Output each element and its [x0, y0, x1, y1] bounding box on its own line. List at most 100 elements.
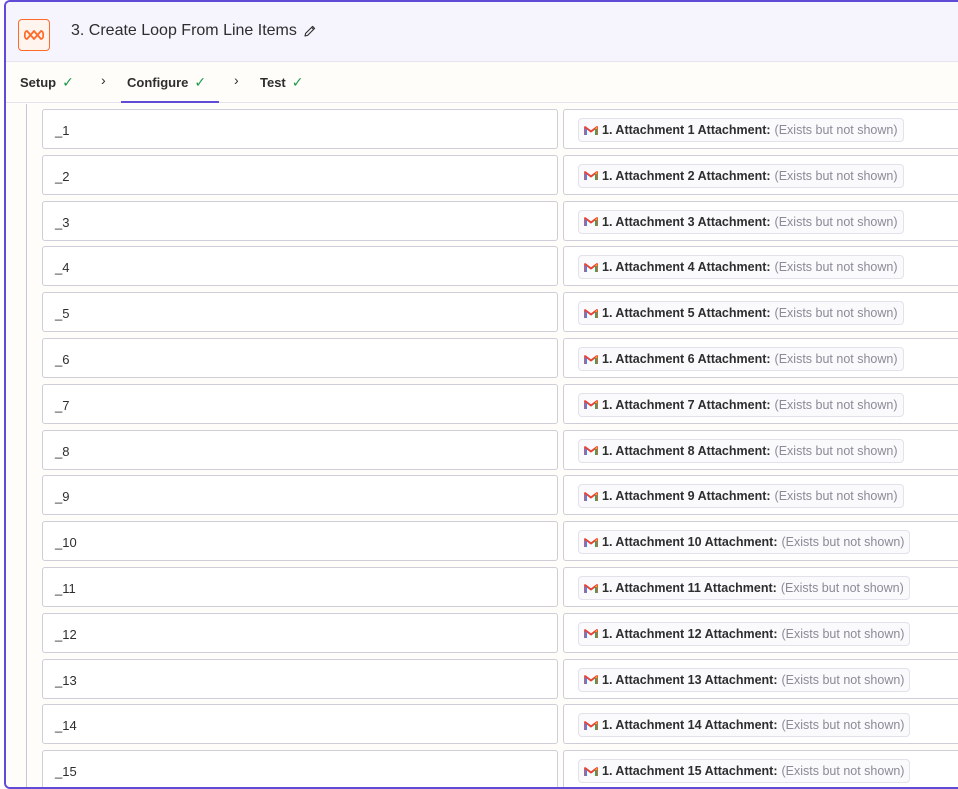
mapped-field-pill[interactable]: 1. Attachment 5 Attachment: (Exists but … [578, 301, 904, 326]
mapped-field-pill[interactable]: 1. Attachment 7 Attachment: (Exists but … [578, 392, 904, 417]
gmail-icon [584, 674, 598, 685]
mapped-field-label: 1. Attachment 4 Attachment: [602, 260, 771, 275]
chevron-right-icon: › [101, 72, 106, 88]
field-row: _3 1. Attachment 3 Attachment: (Exists b… [6, 200, 958, 241]
field-key-input[interactable]: _7 [42, 383, 558, 424]
mapped-field-value: (Exists but not shown) [781, 535, 905, 550]
mapped-field-pill[interactable]: 1. Attachment 11 Attachment: (Exists but… [578, 576, 910, 600]
field-key-input[interactable]: _3 [42, 200, 558, 241]
field-value-input[interactable]: 1. Attachment 13 Attachment: (Exists but… [563, 658, 958, 699]
field-value-input[interactable]: 1. Attachment 3 Attachment: (Exists but … [563, 200, 958, 241]
field-key-input[interactable]: _14 [42, 704, 558, 745]
field-key-input[interactable]: _12 [42, 612, 558, 653]
mapped-field-label: 1. Attachment 11 Attachment: [602, 581, 777, 595]
field-value-input[interactable]: 1. Attachment 10 Attachment: (Exists but… [563, 521, 958, 562]
field-row: _10 1. Attachment 10 Attachment: (Exists… [6, 521, 958, 562]
field-key-input[interactable]: _10 [42, 521, 558, 562]
mapped-field-value: (Exists but not shown) [781, 764, 905, 779]
mapped-field-pill[interactable]: 1. Attachment 12 Attachment: (Exists but… [578, 621, 911, 646]
field-value-input[interactable]: 1. Attachment 12 Attachment: (Exists but… [563, 612, 958, 653]
field-row: _2 1. Attachment 2 Attachment: (Exists b… [6, 154, 958, 195]
check-icon: ✓ [62, 74, 74, 90]
mapped-field-value: (Exists but not shown) [774, 214, 898, 229]
field-key-input[interactable]: _1 [42, 109, 558, 149]
field-key-text: _6 [55, 352, 70, 367]
mapped-field-value: (Exists but not shown) [774, 352, 898, 366]
field-key-text: _10 [55, 535, 77, 551]
tab-test[interactable]: Test ✓ [260, 74, 304, 91]
step-title[interactable]: 3. Create Loop From Line Items [71, 22, 317, 40]
mapped-field-pill[interactable]: 1. Attachment 3 Attachment: (Exists but … [578, 209, 904, 234]
field-value-input[interactable]: 1. Attachment 9 Attachment: (Exists but … [563, 475, 958, 516]
gmail-icon [584, 262, 598, 273]
field-key-input[interactable]: _8 [42, 429, 558, 470]
field-value-input[interactable]: 1. Attachment 14 Attachment: (Exists but… [563, 704, 958, 745]
field-row: _13 1. Attachment 13 Attachment: (Exists… [6, 658, 958, 699]
mapped-field-pill[interactable]: 1. Attachment 1 Attachment: (Exists but … [578, 118, 904, 142]
field-key-input[interactable]: _5 [42, 292, 558, 333]
field-key-input[interactable]: _11 [42, 567, 558, 607]
step-title-text: 3. Create Loop From Line Items [71, 22, 297, 39]
field-row: _1 1. Attachment 1 Attachment: (Exists b… [6, 109, 958, 149]
mapped-field-label: 1. Attachment 14 Attachment: [602, 718, 778, 733]
mapped-field-value: (Exists but not shown) [774, 306, 898, 321]
field-key-input[interactable]: _9 [42, 475, 558, 516]
field-key-input[interactable]: _4 [42, 246, 558, 287]
field-value-input[interactable]: 1. Attachment 2 Attachment: (Exists but … [563, 154, 958, 195]
mapped-field-value: (Exists but not shown) [774, 397, 898, 412]
field-value-input[interactable]: 1. Attachment 8 Attachment: (Exists but … [563, 429, 958, 470]
tab-setup[interactable]: Setup ✓ [20, 74, 74, 91]
field-value-input[interactable]: 1. Attachment 7 Attachment: (Exists but … [563, 383, 958, 424]
field-key-input[interactable]: _2 [42, 154, 558, 195]
field-row: _7 1. Attachment 7 Attachment: (Exists b… [6, 383, 958, 424]
field-value-input[interactable]: 1. Attachment 4 Attachment: (Exists but … [563, 246, 958, 287]
mapped-field-value: (Exists but not shown) [781, 626, 905, 641]
mapped-field-value: (Exists but not shown) [781, 672, 905, 687]
field-key-input[interactable]: _13 [42, 658, 558, 699]
mapped-field-label: 1. Attachment 1 Attachment: [602, 123, 771, 137]
mapped-field-value: (Exists but not shown) [774, 260, 898, 275]
mapped-field-label: 1. Attachment 12 Attachment: [602, 626, 778, 641]
tab-configure-label: Configure [127, 75, 189, 90]
mapped-field-label: 1. Attachment 6 Attachment: [602, 352, 771, 366]
mapped-field-label: 1. Attachment 9 Attachment: [602, 489, 771, 504]
field-row: _9 1. Attachment 9 Attachment: (Exists b… [6, 475, 958, 516]
field-key-text: _12 [55, 626, 77, 642]
mapped-field-label: 1. Attachment 5 Attachment: [602, 306, 771, 321]
mapped-field-label: 1. Attachment 2 Attachment: [602, 168, 771, 183]
field-value-input[interactable]: 1. Attachment 15 Attachment: (Exists but… [563, 750, 958, 787]
gmail-icon [584, 125, 598, 136]
mapped-field-pill[interactable]: 1. Attachment 15 Attachment: (Exists but… [578, 759, 911, 784]
mapped-field-label: 1. Attachment 7 Attachment: [602, 397, 771, 412]
field-value-input[interactable]: 1. Attachment 6 Attachment: (Exists but … [563, 338, 958, 378]
field-row: _14 1. Attachment 14 Attachment: (Exists… [6, 704, 958, 745]
mapped-field-pill[interactable]: 1. Attachment 6 Attachment: (Exists but … [578, 347, 904, 371]
mapped-field-pill[interactable]: 1. Attachment 9 Attachment: (Exists but … [578, 484, 904, 509]
field-key-text: _4 [55, 260, 70, 276]
field-key-text: _13 [55, 672, 77, 688]
mapped-field-pill[interactable]: 1. Attachment 4 Attachment: (Exists but … [578, 255, 904, 280]
gmail-icon [584, 399, 598, 410]
field-value-input[interactable]: 1. Attachment 5 Attachment: (Exists but … [563, 292, 958, 333]
field-key-text: _9 [55, 489, 70, 505]
mapped-field-value: (Exists but not shown) [774, 489, 898, 504]
mapped-field-pill[interactable]: 1. Attachment 8 Attachment: (Exists but … [578, 438, 904, 463]
step-header: 3. Create Loop From Line Items [6, 2, 958, 62]
gmail-icon [584, 170, 598, 181]
tab-configure[interactable]: Configure ✓ [127, 74, 206, 91]
field-key-input[interactable]: _6 [42, 338, 558, 378]
field-key-input[interactable]: _15 [42, 750, 558, 787]
gmail-icon [584, 766, 598, 777]
mapped-field-pill[interactable]: 1. Attachment 14 Attachment: (Exists but… [578, 713, 911, 738]
mapped-field-label: 1. Attachment 13 Attachment: [602, 672, 778, 687]
loop-icon [18, 19, 50, 51]
field-value-input[interactable]: 1. Attachment 1 Attachment: (Exists but … [563, 109, 958, 149]
mapped-field-pill[interactable]: 1. Attachment 2 Attachment: (Exists but … [578, 163, 904, 188]
step-editor-panel: 3. Create Loop From Line Items Setup ✓ ›… [4, 0, 958, 789]
field-value-input[interactable]: 1. Attachment 11 Attachment: (Exists but… [563, 567, 958, 607]
pencil-icon[interactable] [303, 24, 317, 38]
mapped-field-pill[interactable]: 1. Attachment 13 Attachment: (Exists but… [578, 667, 911, 692]
field-row: _11 1. Attachment 11 Attachment: (Exists… [6, 567, 958, 607]
mapped-field-pill[interactable]: 1. Attachment 10 Attachment: (Exists but… [578, 530, 911, 555]
field-key-text: _8 [55, 443, 70, 459]
